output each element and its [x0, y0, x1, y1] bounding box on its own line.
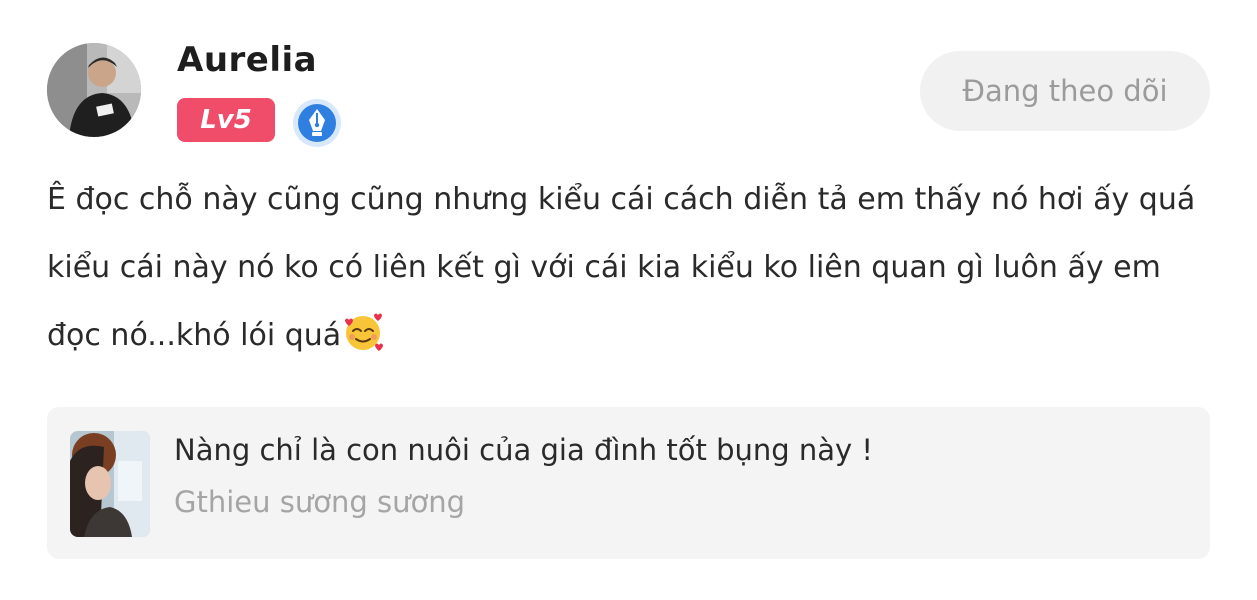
avatar[interactable]: [47, 43, 141, 137]
referenced-story-author: Gthieu sương sương: [174, 485, 465, 519]
username[interactable]: Aurelia: [177, 40, 317, 80]
smiling-face-with-hearts-icon: [341, 310, 385, 354]
following-button[interactable]: Đang theo dõi: [920, 51, 1210, 131]
referenced-story-card[interactable]: Nàng chỉ là con nuôi của gia đình tốt bụ…: [47, 407, 1210, 559]
referenced-story-title: Nàng chỉ là con nuôi của gia đình tốt bụ…: [174, 433, 874, 467]
comment-text: Ê đọc chỗ này cũng cũng nhưng kiểu cái c…: [47, 166, 1217, 370]
level-badge: Lv5: [177, 98, 275, 142]
quill-pen-badge-icon: [292, 98, 342, 148]
story-cover-thumbnail: [70, 431, 150, 537]
comment-card: Aurelia Lv5 Đang theo dõi Ê đọc chỗ này …: [0, 0, 1257, 600]
comment-body: Ê đọc chỗ này cũng cũng nhưng kiểu cái c…: [47, 182, 1196, 353]
avatar-image: [47, 43, 141, 137]
